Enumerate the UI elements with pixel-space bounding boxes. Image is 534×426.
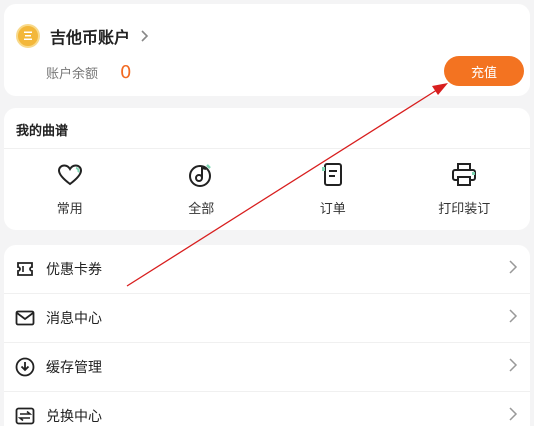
exchange-icon bbox=[14, 405, 36, 426]
balance-row: 账户余额 0 bbox=[46, 58, 131, 86]
account-title-link[interactable]: 吉他币账户 bbox=[16, 22, 150, 50]
score-item-all[interactable]: 全部 bbox=[136, 160, 268, 222]
menu-item-label: 缓存管理 bbox=[46, 360, 102, 376]
menu-item-label: 消息中心 bbox=[46, 311, 102, 327]
download-icon bbox=[14, 356, 36, 378]
score-item-label: 全部 bbox=[188, 202, 215, 217]
chevron-right-icon bbox=[508, 406, 518, 426]
recharge-button[interactable]: 充值 bbox=[444, 56, 524, 86]
score-item-label: 常用 bbox=[56, 202, 83, 217]
balance-value: 0 bbox=[120, 61, 132, 83]
order-icon bbox=[318, 160, 348, 190]
my-account-page: 吉他币账户 账户余额 0 充值 我的曲谱 常用 全部 订单 打印装订 优惠卡券 … bbox=[0, 0, 534, 426]
score-item-orders[interactable]: 订单 bbox=[267, 160, 399, 222]
coupon-icon bbox=[14, 258, 36, 280]
menu-item-cache[interactable]: 缓存管理 bbox=[4, 343, 530, 391]
account-title: 吉他币账户 bbox=[50, 28, 131, 47]
mail-icon bbox=[14, 307, 36, 329]
score-item-favorites[interactable]: 常用 bbox=[4, 160, 136, 222]
menu-item-coupons[interactable]: 优惠卡券 bbox=[4, 245, 530, 293]
account-card: 吉他币账户 账户余额 0 充值 bbox=[4, 4, 530, 96]
heart-icon bbox=[55, 160, 85, 190]
menu-item-exchange[interactable]: 兑换中心 bbox=[4, 392, 530, 426]
chevron-right-icon bbox=[508, 259, 518, 279]
score-item-print-binding[interactable]: 打印装订 bbox=[399, 160, 531, 222]
menu-item-label: 兑换中心 bbox=[46, 409, 102, 425]
my-scores-title: 我的曲谱 bbox=[16, 124, 69, 139]
chevron-right-icon bbox=[508, 308, 518, 328]
chevron-right-icon bbox=[508, 357, 518, 377]
score-item-label: 订单 bbox=[319, 202, 346, 217]
balance-label: 账户余额 bbox=[46, 66, 99, 82]
my-scores-grid: 常用 全部 订单 打印装订 bbox=[4, 160, 530, 222]
printer-icon bbox=[449, 160, 479, 190]
menu-item-label: 优惠卡券 bbox=[46, 262, 102, 278]
score-item-label: 打印装订 bbox=[438, 202, 491, 217]
menu-list: 优惠卡券 消息中心 缓存管理 兑换中心 bbox=[4, 245, 530, 426]
my-scores-card: 我的曲谱 常用 全部 订单 打印装订 bbox=[4, 108, 530, 230]
guitar-coin-icon bbox=[16, 24, 40, 48]
menu-item-messages[interactable]: 消息中心 bbox=[4, 294, 530, 342]
divider bbox=[4, 148, 530, 149]
chevron-right-icon bbox=[140, 29, 150, 43]
music-note-icon bbox=[186, 160, 216, 190]
